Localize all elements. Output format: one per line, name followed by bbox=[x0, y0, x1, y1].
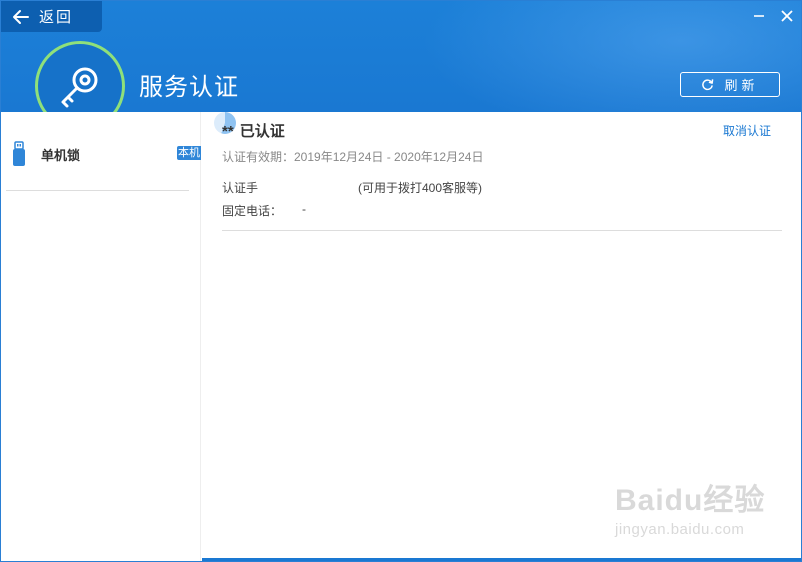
sidebar: 单机锁 bbox=[1, 112, 201, 561]
refresh-label: 刷新 bbox=[724, 78, 759, 93]
fixed-phone-value: - bbox=[302, 202, 306, 216]
arrow-left-icon bbox=[13, 9, 29, 24]
sidebar-divider bbox=[6, 190, 189, 191]
minimize-button[interactable] bbox=[750, 7, 768, 25]
watermark-logo: Baidu经验 bbox=[615, 484, 766, 517]
content-divider bbox=[222, 230, 782, 231]
sidebar-item-standalone-lock[interactable]: 单机锁 bbox=[6, 132, 201, 176]
usb-key-icon bbox=[13, 141, 25, 166]
status-verified: 已认证 bbox=[239, 123, 285, 140]
phone-note: (可用于拨打400客服等) bbox=[358, 181, 483, 195]
account-name: ** bbox=[222, 123, 234, 140]
close-button[interactable] bbox=[778, 7, 796, 25]
minimize-icon bbox=[754, 15, 764, 17]
close-icon bbox=[781, 10, 793, 22]
key-icon bbox=[61, 67, 98, 108]
sidebar-item-label: 单机锁 bbox=[41, 147, 81, 163]
local-badge: 本机 bbox=[177, 146, 201, 160]
phone-label: 认证手 bbox=[222, 181, 259, 195]
page-title: 服务认证 bbox=[139, 74, 239, 101]
app-window: 返回 服务认证 刷新 单机锁 本机 ** 已认证 取消认证 认证有效期：2019… bbox=[0, 0, 802, 562]
bottom-border bbox=[202, 558, 801, 561]
watermark-url: jingyan.baidu.com bbox=[615, 521, 745, 538]
validity-period: 认证有效期：2019年12月24日 - 2020年12月24日 bbox=[222, 150, 484, 164]
account-name-line: ** 已认证 bbox=[222, 120, 285, 141]
refresh-icon bbox=[702, 79, 714, 91]
back-label: 返回 bbox=[39, 9, 74, 26]
cancel-verification-link[interactable]: 取消认证 bbox=[723, 122, 771, 139]
refresh-button[interactable]: 刷新 bbox=[680, 72, 780, 97]
fixed-phone-label: 固定电话： bbox=[222, 204, 283, 218]
watermark: Baidu经验 jingyan.baidu.com bbox=[615, 475, 765, 538]
back-button[interactable]: 返回 bbox=[1, 1, 102, 32]
